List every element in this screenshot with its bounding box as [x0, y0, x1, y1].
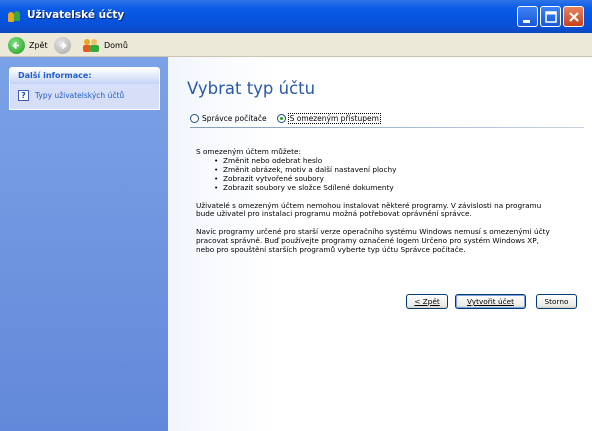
option-admin[interactable]: Správce počítače	[190, 114, 267, 123]
option-limited[interactable]: S omezeným přístupem	[276, 113, 381, 124]
install-note-line: bude uživatel pro instalaci programu mož…	[196, 209, 472, 219]
sidebar-item-label: Typy uživatelských účtů	[35, 91, 125, 100]
cancel-label: Storno	[544, 297, 569, 306]
list-item: Zobrazit soubory ve složce Sdílené dokum…	[214, 183, 586, 193]
compat-note-line: Navíc programy určené pro starší verze o…	[196, 227, 550, 237]
close-button[interactable]	[563, 6, 584, 27]
radio-limited[interactable]	[276, 114, 286, 123]
maximize-icon	[545, 11, 557, 23]
main-content: Vybrat typ účtu Správce počítače S omeze…	[168, 57, 592, 431]
users-icon	[83, 38, 99, 52]
forward-arrow-icon	[54, 36, 71, 54]
back-button[interactable]: Zpět	[8, 36, 48, 54]
sidebar: Další informace: ? Typy uživatelských úč…	[0, 57, 168, 431]
page-title: Vybrat typ účtu	[187, 79, 316, 98]
radio-admin[interactable]	[190, 114, 199, 123]
minimize-button[interactable]	[517, 6, 538, 27]
home-button[interactable]: Domů	[82, 36, 128, 54]
description: S omezeným účtem můžete: Změnit nebo ode…	[196, 147, 586, 255]
option-admin-label: Správce počítače	[202, 114, 267, 123]
divider	[190, 127, 584, 128]
more-info-panel: Další informace: ? Typy uživatelských úč…	[9, 67, 160, 110]
user-accounts-icon	[8, 11, 22, 22]
back-nav-label: < Zpět	[414, 297, 440, 306]
back-label: Zpět	[29, 40, 48, 50]
compat-note-line: nebo pro spouštění starších programů vyb…	[196, 245, 466, 255]
install-note: Uživatelé s omezeným účtem nemohou insta…	[196, 200, 586, 220]
install-note-line: Uživatelé s omezeným účtem nemohou insta…	[196, 200, 542, 210]
minimize-icon	[523, 20, 530, 23]
back-arrow-icon	[8, 36, 25, 54]
create-account-label: Vytvořit účet	[467, 297, 514, 306]
bullet-list: Změnit nebo odebrat heslo Změnit obrázek…	[214, 156, 586, 193]
title-bar[interactable]: Uživatelské účty	[0, 0, 592, 33]
compat-note: Navíc programy určené pro starší verze o…	[196, 227, 586, 255]
maximize-button[interactable]	[540, 6, 561, 27]
forward-button[interactable]	[54, 36, 71, 54]
sidebar-item-account-types[interactable]: ? Typy uživatelských účtů	[10, 84, 159, 107]
option-limited-label: S omezeným přístupem	[287, 113, 381, 124]
back-nav-button[interactable]: < Zpět	[406, 294, 448, 309]
cancel-button[interactable]: Storno	[536, 294, 577, 309]
panel-title: Další informace:	[10, 68, 159, 84]
window-title: Uživatelské účty	[27, 9, 125, 21]
toolbar: Zpět Domů	[0, 33, 592, 57]
home-label: Domů	[104, 40, 128, 50]
close-icon	[569, 12, 579, 22]
help-icon: ?	[18, 90, 29, 101]
compat-note-line: pracovat správně. Buď používejte program…	[196, 236, 539, 246]
account-type-options: Správce počítače S omezeným přístupem	[190, 113, 381, 124]
create-account-button[interactable]: Vytvořit účet	[455, 294, 526, 309]
